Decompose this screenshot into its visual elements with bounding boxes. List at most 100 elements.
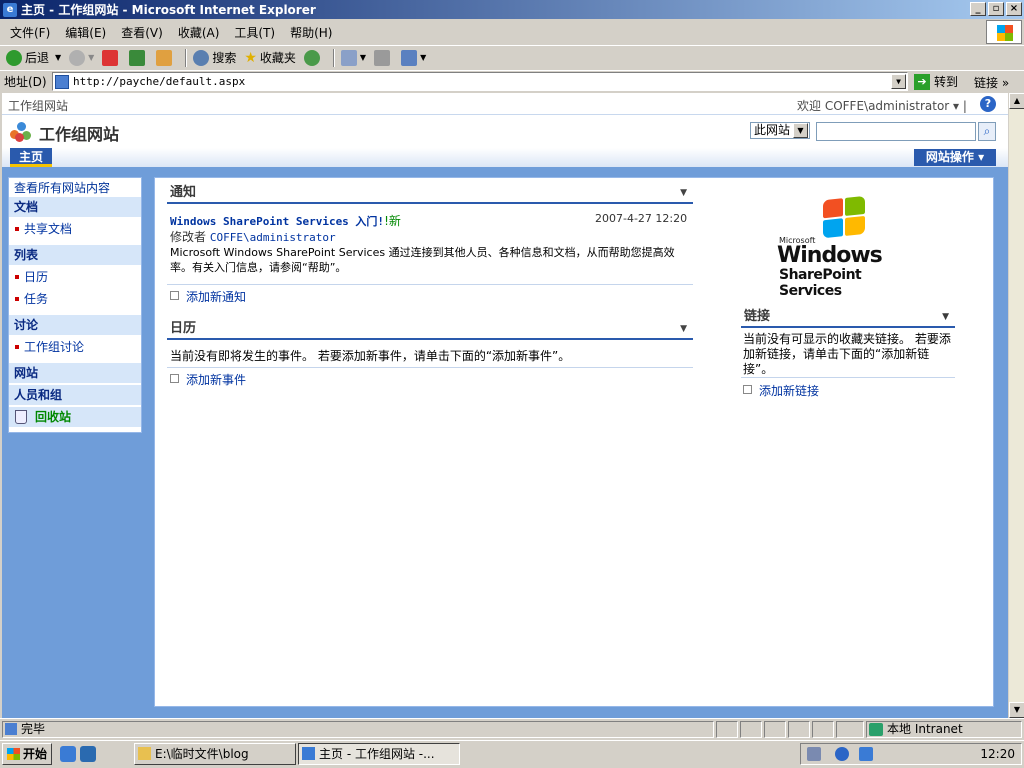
ie-tray-icon[interactable]	[859, 747, 873, 761]
search-scope-select[interactable]: 此网站 ▼	[750, 122, 810, 139]
quicklaunch-desktop-icon[interactable]	[80, 746, 96, 762]
task-explorer[interactable]: E:\临时文件\blog	[134, 743, 296, 765]
standard-toolbar: 后退 ▼ ▼ 搜索 ★ 收藏夹 ▼ ▼	[0, 45, 1024, 69]
magnifier-icon: ⌕	[983, 124, 991, 138]
recycle-bin-link[interactable]: 回收站	[9, 407, 141, 427]
vertical-scrollbar[interactable]: ▲ ▼	[1008, 93, 1024, 718]
back-dropdown-icon[interactable]: ▼	[55, 53, 61, 62]
ql-item-calendar[interactable]: 日历	[9, 267, 141, 287]
menu-favorites[interactable]: 收藏(A)	[178, 24, 220, 41]
help-tray-icon[interactable]	[835, 747, 849, 761]
links-empty-text: 当前没有可显示的收藏夹链接。 若要添加新链接，请单击下面的“添加新链接”。	[743, 332, 951, 376]
menu-edit[interactable]: 编辑(E)	[65, 24, 106, 41]
breadcrumb[interactable]: 工作组网站	[8, 97, 68, 114]
scope-dropdown-icon[interactable]: ▼	[793, 123, 808, 138]
window-title: 主页 - 工作组网站 - Microsoft Internet Explorer	[21, 3, 316, 17]
close-button[interactable]: ×	[1006, 2, 1022, 16]
ql-header-sites[interactable]: 网站	[9, 363, 141, 383]
home-button[interactable]	[154, 48, 177, 68]
address-url: http://payche/default.aspx	[73, 75, 246, 88]
address-bar: 地址(D) http://payche/default.aspx ▼ ➔ 转到 …	[0, 70, 1024, 92]
go-button[interactable]: ➔ 转到	[914, 73, 958, 90]
announcement-date: 2007-4-27 12:20	[595, 212, 688, 225]
site-header: 工作组网站 此网站 ▼ ⌕	[2, 115, 1008, 148]
webpart-menu-icon[interactable]: ▼	[942, 306, 949, 328]
ie-icon: e	[3, 2, 17, 17]
security-zone[interactable]: 本地 Intranet	[866, 721, 1022, 738]
title-bar: e 主页 - 工作组网站 - Microsoft Internet Explor…	[0, 0, 1024, 19]
address-input[interactable]: http://payche/default.aspx ▼	[52, 72, 908, 91]
address-dropdown-button[interactable]: ▼	[891, 74, 906, 89]
main-content: 通知 ▼ Windows SharePoint Services 入门!!新 2…	[154, 177, 994, 707]
back-button[interactable]: 后退 ▼	[4, 48, 63, 68]
stop-button[interactable]	[100, 48, 123, 68]
announcement-body: Microsoft Windows SharePoint Services 通过…	[170, 246, 675, 274]
go-label: 转到	[934, 75, 959, 89]
back-label: 后退	[25, 51, 50, 65]
page-icon	[55, 74, 69, 89]
add-link-link[interactable]: 添加新链接	[743, 382, 819, 399]
minimize-button[interactable]: _	[970, 2, 986, 16]
clock: 12:20	[980, 747, 1015, 761]
mail-button[interactable]: ▼	[339, 48, 368, 68]
site-logo-icon	[10, 122, 32, 142]
ql-header-lists[interactable]: 列表	[9, 245, 141, 265]
network-icon[interactable]	[807, 747, 821, 761]
search-button[interactable]: 搜索	[191, 48, 238, 68]
favorites-button[interactable]: ★ 收藏夹	[242, 48, 298, 68]
ql-header-discussions[interactable]: 讨论	[9, 315, 141, 335]
menu-file[interactable]: 文件(F)	[10, 24, 50, 41]
windows-flag-icon	[997, 25, 1013, 41]
task-ie[interactable]: 主页 - 工作组网站 -...	[298, 743, 460, 765]
calendar-title-text[interactable]: 日历	[170, 321, 196, 336]
menu-tools[interactable]: 工具(T)	[234, 24, 275, 41]
folder-icon	[138, 747, 151, 760]
tab-home[interactable]: 主页	[10, 148, 52, 167]
welcome-menu[interactable]: 欢迎 COFFE\administrator ▾ |	[797, 97, 967, 114]
webpart-menu-icon[interactable]: ▼	[680, 318, 687, 340]
system-tray: 12:20	[800, 743, 1022, 765]
start-button[interactable]: 开始	[2, 743, 52, 765]
add-event-link[interactable]: 添加新事件	[170, 371, 246, 388]
scroll-up-button[interactable]: ▲	[1009, 93, 1024, 109]
ql-header-documents[interactable]: 文档	[9, 197, 141, 217]
menu-help[interactable]: 帮助(H)	[290, 24, 332, 41]
links-label: 链接	[974, 76, 999, 90]
edit-button[interactable]: ▼	[399, 48, 428, 68]
site-search-input[interactable]	[816, 122, 976, 141]
forward-dropdown-icon[interactable]: ▼	[88, 53, 94, 62]
ql-item-tasks[interactable]: 任务	[9, 289, 141, 309]
menu-view[interactable]: 查看(V)	[121, 24, 163, 41]
taskbar: 开始 E:\临时文件\blog 主页 - 工作组网站 -... 12:20	[0, 740, 1024, 768]
links-title-text[interactable]: 链接	[744, 309, 770, 324]
media-button[interactable]	[302, 48, 325, 68]
ql-item-shared-docs[interactable]: 共享文档	[9, 219, 141, 239]
start-label: 开始	[23, 747, 48, 761]
site-actions-menu[interactable]: 网站操作 ▾	[914, 149, 996, 166]
forward-button[interactable]: ▼	[67, 48, 96, 68]
quicklaunch-ie-icon[interactable]	[60, 746, 76, 762]
ql-item-team-discussion[interactable]: 工作组讨论	[9, 337, 141, 357]
ie-window: e 主页 - 工作组网站 - Microsoft Internet Explor…	[0, 0, 1024, 740]
announcements-title-text[interactable]: 通知	[170, 185, 196, 200]
scroll-down-button[interactable]: ▼	[1009, 702, 1024, 718]
view-all-content-link[interactable]: 查看所有网站内容	[9, 178, 141, 198]
media-icon	[303, 49, 320, 66]
help-icon[interactable]: ?	[980, 96, 996, 112]
print-button[interactable]	[372, 48, 395, 68]
announcement-link[interactable]: Windows SharePoint Services 入门!!新	[170, 212, 401, 229]
top-bar: 工作组网站 欢迎 COFFE\administrator ▾ | ?	[2, 93, 1008, 115]
restore-button[interactable]: ▫	[988, 2, 1004, 16]
menu-bar: 文件(F) 编辑(E) 查看(V) 收藏(A) 工具(T) 帮助(H)	[0, 21, 1024, 43]
links-button[interactable]: 链接 »	[974, 74, 1009, 91]
ql-header-people[interactable]: 人员和组	[9, 385, 141, 405]
author-link[interactable]: COFFE\administrator	[210, 231, 336, 244]
add-announcement-link[interactable]: 添加新通知	[170, 288, 246, 305]
site-search-button[interactable]: ⌕	[978, 122, 996, 141]
site-title[interactable]: 工作组网站	[39, 121, 119, 145]
refresh-button[interactable]	[127, 48, 150, 68]
webpart-menu-icon[interactable]: ▼	[680, 182, 687, 204]
status-text: 完毕	[21, 722, 46, 736]
intranet-icon	[869, 723, 883, 736]
announcement-title[interactable]: Windows SharePoint Services 入门!	[170, 215, 384, 228]
